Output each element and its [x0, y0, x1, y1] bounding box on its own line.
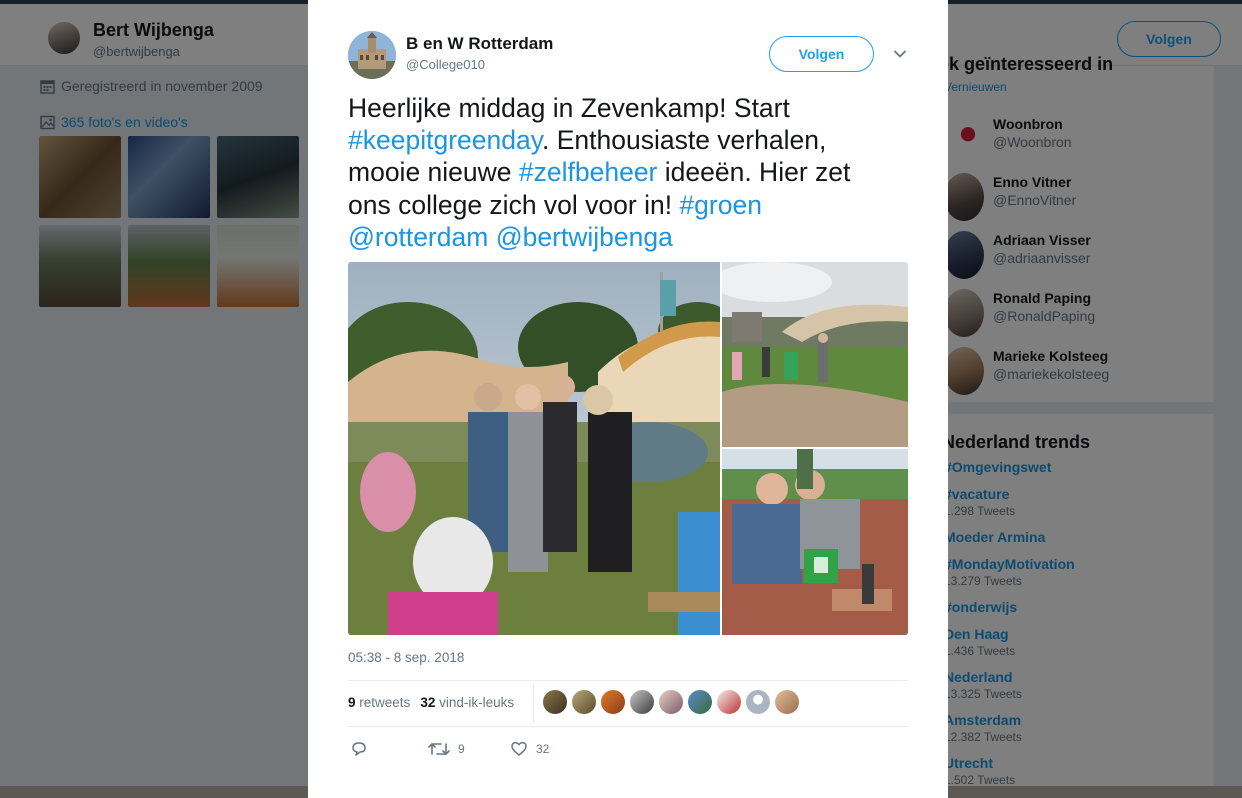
divider	[348, 680, 908, 681]
liker-avatar[interactable]	[775, 690, 799, 714]
retweet-count: 9	[458, 742, 465, 756]
liker-avatar[interactable]	[601, 690, 625, 714]
tweet-text-part: Heerlijke middag in Zevenkamp! Start	[348, 93, 790, 123]
liker-avatar[interactable]	[543, 690, 567, 714]
hashtag-link[interactable]: #zelfbeheer	[519, 157, 658, 187]
liker-avatar[interactable]	[630, 690, 654, 714]
stats-separator	[533, 683, 534, 723]
liker-avatar[interactable]	[572, 690, 596, 714]
retweets-label: retweets	[359, 695, 411, 710]
mention-link[interactable]: @rotterdam	[348, 222, 488, 252]
liker-avatar[interactable]	[688, 690, 712, 714]
retweet-icon	[428, 743, 450, 755]
liker-avatar[interactable]	[746, 690, 770, 714]
tweet-timestamp[interactable]: 05:38 - 8 sep. 2018	[348, 650, 464, 665]
tweet-modal: B en W Rotterdam @College010 Volgen Heer…	[308, 0, 948, 798]
reply-button[interactable]	[350, 740, 376, 758]
likers-avatar-row	[543, 690, 799, 714]
photo-image-crowd-in-garden	[348, 262, 720, 635]
retweet-button[interactable]: 9	[428, 740, 465, 758]
liker-avatar[interactable]	[659, 690, 683, 714]
like-count: 32	[536, 742, 550, 756]
hashtag-link[interactable]: #keepitgreenday	[348, 125, 542, 155]
city-hall-avatar-image	[348, 31, 396, 79]
liker-avatar[interactable]	[717, 690, 741, 714]
tweet-photo[interactable]	[722, 449, 908, 635]
likes-label: vind-ik-leuks	[439, 695, 515, 710]
tweet-photo[interactable]	[722, 262, 908, 447]
heart-icon	[511, 741, 527, 756]
photo-image-tile-unveiling	[722, 449, 908, 635]
author-avatar[interactable]	[348, 31, 396, 79]
photo-image-garden-tent	[722, 262, 908, 447]
divider	[348, 726, 908, 727]
chevron-down-icon[interactable]	[890, 44, 910, 64]
tweet-photo-grid	[348, 262, 908, 635]
mention-link[interactable]: @bertwijbenga	[496, 222, 673, 252]
likes-count: 32	[420, 695, 436, 710]
author-handle[interactable]: @College010	[406, 57, 485, 72]
hashtag-link[interactable]: #groen	[679, 190, 762, 220]
like-button[interactable]: 32	[510, 740, 549, 758]
likes-stat[interactable]: 32 vind-ik-leuks	[420, 695, 514, 710]
tweet-photo[interactable]	[348, 262, 720, 635]
retweets-stat[interactable]: 9 retweets	[348, 695, 410, 710]
tweet-text: Heerlijke middag in Zevenkamp! Start #ke…	[348, 92, 888, 253]
reply-icon	[352, 742, 366, 756]
retweets-count: 9	[348, 695, 356, 710]
tweet-stats: 9 retweets 32 vind-ik-leuks	[348, 695, 514, 710]
follow-button[interactable]: Volgen	[769, 36, 874, 72]
author-name[interactable]: B en W Rotterdam	[406, 34, 553, 54]
